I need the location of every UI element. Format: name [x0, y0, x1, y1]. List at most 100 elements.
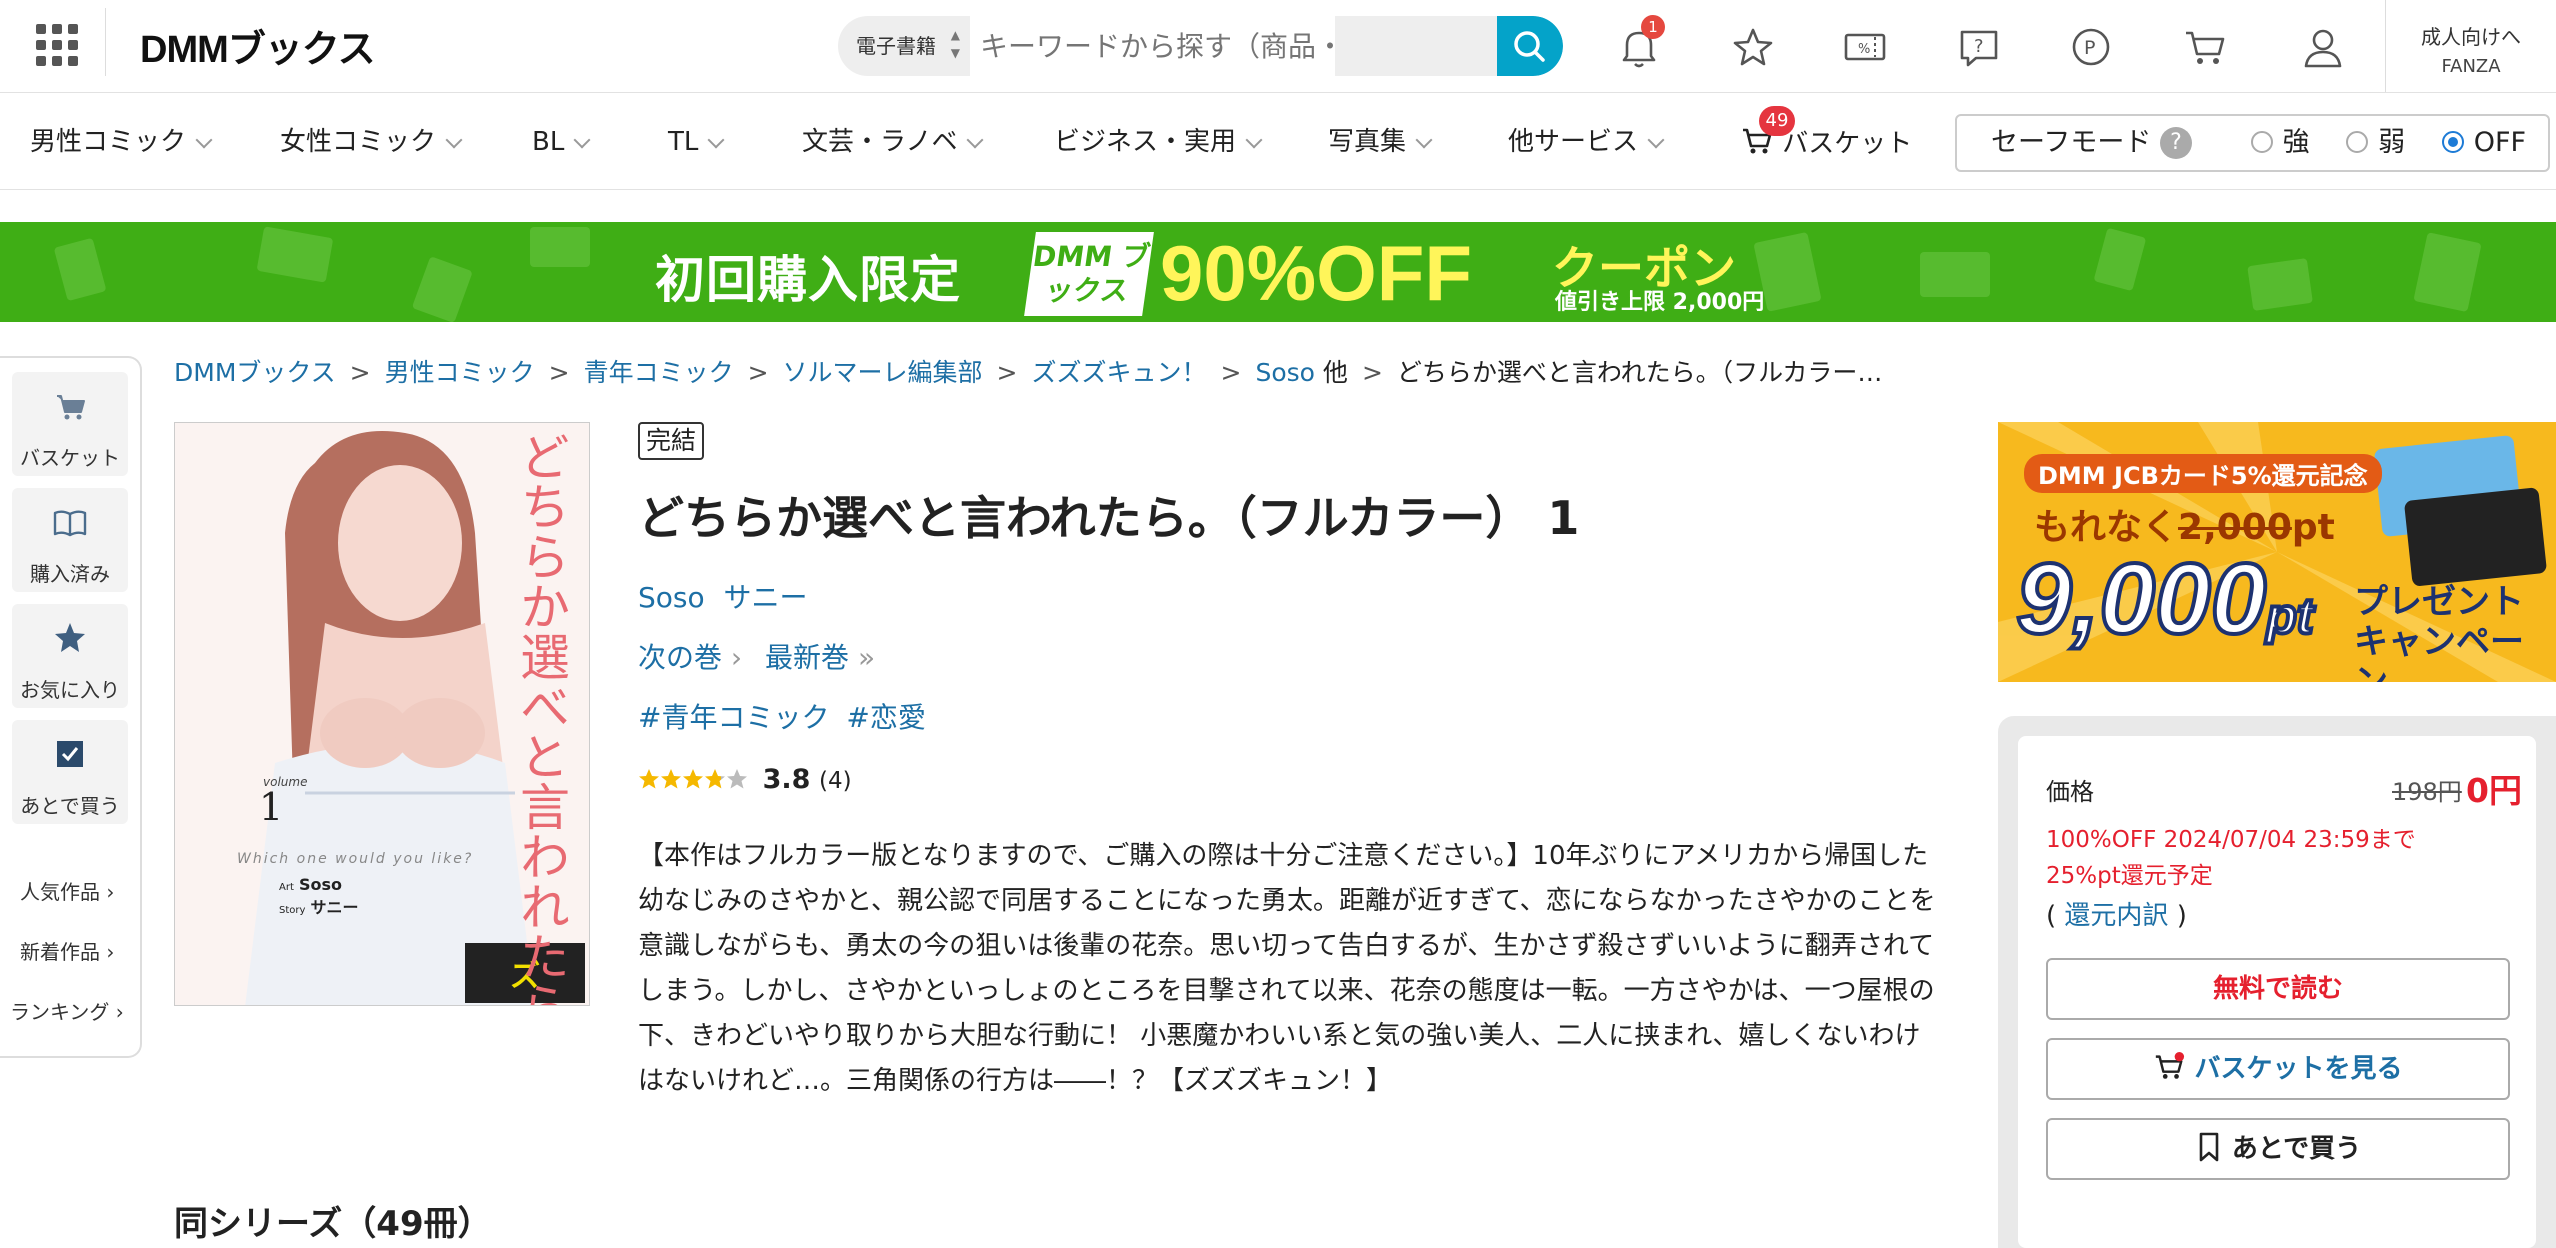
nav-item-womens-comic[interactable]: 女性コミック	[280, 126, 463, 158]
cart-icon[interactable]	[2178, 20, 2232, 74]
sidebar-link-new[interactable]: 新着作品 ›	[20, 936, 114, 965]
cover-volume-number: 1	[259, 785, 284, 829]
svg-text:P: P	[2084, 37, 2095, 59]
banner-first-purchase: 初回購入限定	[655, 251, 961, 309]
rating-star-icon	[705, 769, 725, 789]
breadcrumb-link[interactable]: 男性コミック	[385, 358, 535, 387]
rating[interactable]: 3.8 (4)	[638, 762, 852, 799]
chevron-down-icon	[195, 131, 213, 149]
breadcrumb-link[interactable]: Soso	[1255, 358, 1315, 387]
sidebar-basket[interactable]: バスケット	[12, 372, 128, 476]
nav-item-mens-comic[interactable]: 男性コミック	[30, 126, 213, 158]
paren-close: )	[2176, 901, 2187, 931]
safe-option-label: 強	[2282, 127, 2310, 158]
rating-stars	[638, 764, 748, 795]
tag-list: #青年コミック #恋愛	[638, 698, 926, 738]
search-category-label: 電子書籍	[856, 34, 936, 58]
cart-icon	[2156, 1051, 2185, 1079]
chevron-down-icon	[573, 131, 591, 149]
book-cover[interactable]: ズ どちらか選べと言われたら。 volume 1 Which one would…	[174, 422, 590, 1006]
book-icon	[53, 510, 87, 537]
search-button[interactable]	[1497, 16, 1563, 76]
rating-star-icon	[683, 769, 703, 789]
header-divider	[105, 8, 106, 76]
sidebar-label: あとで買う	[20, 794, 120, 818]
sidebar-buy-later[interactable]: あとで買う	[12, 720, 128, 824]
apps-grid-icon[interactable]	[36, 24, 78, 66]
nav-item-tl[interactable]: TL	[668, 126, 725, 158]
chevron-right-icon: ›	[115, 1000, 124, 1024]
read-free-button[interactable]: 無料で読む	[2046, 958, 2510, 1020]
tag-link[interactable]: #青年コミック	[638, 701, 829, 734]
coupon-banner[interactable]: 初回購入限定 DMM ブックス 90%OFF クーポン 値引き上限 2,000円	[0, 222, 2556, 322]
safe-option-weak[interactable]: 弱	[2346, 127, 2405, 158]
banner-discount: 90%OFF	[1160, 229, 1473, 317]
nav-item-label: 写真集	[1328, 127, 1407, 157]
ad-campaign: プレゼント キャンペーン	[2354, 582, 2556, 682]
rating-star-icon	[639, 769, 659, 789]
buy-later-button[interactable]: あとで買う	[2046, 1118, 2510, 1180]
coupon-icon[interactable]: %	[1838, 20, 1892, 74]
author-link[interactable]: サニー	[724, 581, 808, 614]
breadcrumb-link[interactable]: ソルマーレ編集部	[783, 358, 983, 387]
ad-points: 9,000pt	[2014, 541, 2315, 657]
svg-text:?: ?	[1974, 36, 1984, 57]
cover-art-label: Art	[279, 882, 294, 893]
nav-basket-link[interactable]: 49 バスケット	[1740, 106, 1913, 164]
sidebar-link-ranking[interactable]: ランキング ›	[10, 996, 124, 1025]
view-basket-button[interactable]: バスケットを見る	[2046, 1038, 2510, 1100]
tag-link[interactable]: #恋愛	[846, 701, 925, 734]
safe-option-off[interactable]: OFF	[2441, 127, 2526, 158]
adult-site-link[interactable]: 成人向けへ FANZA	[2385, 0, 2556, 92]
nav-item-bl[interactable]: BL	[532, 126, 591, 158]
breadcrumb-separator: >	[548, 358, 570, 387]
nav-item-photobook[interactable]: 写真集	[1328, 126, 1433, 158]
chevron-down-icon	[445, 131, 463, 149]
search-input[interactable]	[970, 16, 1335, 76]
nav-item-literature[interactable]: 文芸・ラノベ	[802, 126, 984, 158]
nav-item-label: 文芸・ラノベ	[802, 127, 958, 157]
sidebar-favorites[interactable]: お気に入り	[12, 604, 128, 708]
help-icon[interactable]: ?	[2159, 127, 2192, 159]
ad-points-value: 9,000	[2014, 541, 2268, 657]
safe-option-strong[interactable]: 強	[2250, 127, 2310, 158]
cover-credits: Art Soso Story サニー	[279, 875, 359, 921]
radio-icon	[2346, 131, 2369, 153]
sale-price: 0円	[2466, 771, 2522, 810]
product-title: どちらか選べと言われたら。（フルカラー） 1	[638, 491, 1580, 545]
help-icon[interactable]: ?	[1952, 20, 2006, 74]
search-icon	[1514, 31, 1545, 62]
nav-item-other-services[interactable]: 他サービス	[1508, 126, 1665, 158]
author-link[interactable]: Soso	[638, 581, 705, 614]
chevron-down-icon	[707, 131, 725, 149]
author-list: Soso サニー	[638, 578, 808, 618]
basket-label: バスケット	[1782, 129, 1913, 159]
nav-item-label: 女性コミック	[280, 127, 437, 157]
latest-volume-link[interactable]: 最新巻 »	[765, 641, 875, 674]
star-icon[interactable]	[1726, 20, 1780, 74]
sidebar-purchased[interactable]: 購入済み	[12, 488, 128, 592]
user-icon[interactable]	[2296, 20, 2350, 74]
point-icon[interactable]: P	[2064, 20, 2118, 74]
points-breakdown: ( 還元内訳 )	[2046, 899, 2187, 933]
points-breakdown-link[interactable]: 還元内訳	[2064, 901, 2168, 931]
cover-story-label: Story	[279, 905, 306, 916]
safe-option-label: 弱	[2378, 127, 2406, 158]
ad-campaign-line2: キャンペーン	[2354, 622, 2524, 682]
sidebar-link-popular[interactable]: 人気作品 ›	[20, 876, 114, 905]
next-volume-link[interactable]: 次の巻 ›	[638, 641, 742, 674]
jcb-campaign-ad[interactable]: DMM JCBカード5%還元記念 もれなく2,000pt 9,000pt プレゼ…	[1998, 422, 2556, 682]
nav-item-label: 他サービス	[1508, 127, 1639, 157]
breadcrumb-link[interactable]: ズズズキュン！	[1032, 358, 1207, 387]
breadcrumb-link[interactable]: DMMブックス	[174, 358, 336, 387]
site-logo[interactable]: DMMブックス	[140, 18, 376, 73]
safe-mode-label: セーフモード	[1991, 127, 2152, 158]
next-volume-label: 次の巻	[638, 641, 723, 674]
sidebar-link-label: ランキング	[10, 1000, 110, 1024]
radio-selected-icon	[2441, 131, 2464, 153]
sidebar-label: お気に入り	[20, 678, 120, 702]
rating-value: 3.8	[762, 764, 811, 795]
search-category-select[interactable]: 電子書籍 ▲ ▼	[838, 16, 970, 76]
nav-item-business[interactable]: ビジネス・実用	[1054, 126, 1263, 158]
breadcrumb-link[interactable]: 青年コミック	[584, 358, 734, 387]
